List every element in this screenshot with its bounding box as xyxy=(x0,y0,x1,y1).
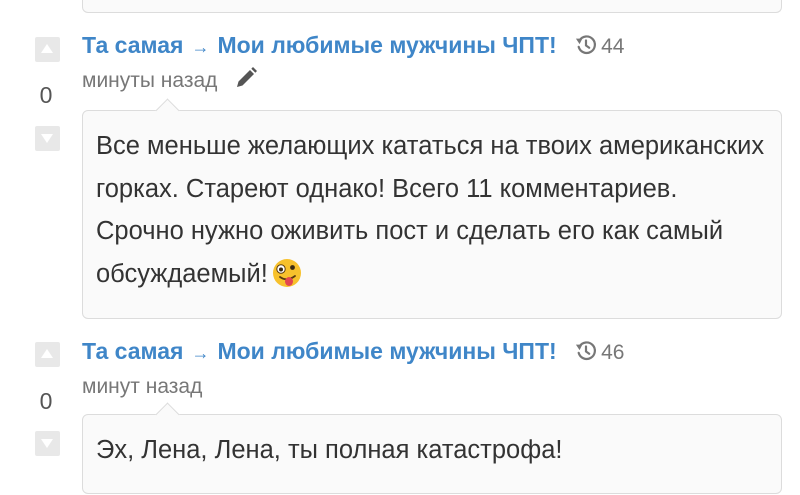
comment-header-line1: Та самая → Мои любимые мужчины ЧПТ! 44 xyxy=(82,30,782,64)
comment-time: 44 xyxy=(601,35,625,58)
history-clock-icon xyxy=(575,33,597,64)
comment-target-link[interactable]: Мои любимые мужчины ЧПТ! xyxy=(217,32,556,58)
comment-header-line2: минут назад xyxy=(82,370,782,402)
vote-up-icon[interactable] xyxy=(35,37,60,62)
comment-target-link[interactable]: Мои любимые мужчины ЧПТ! xyxy=(217,338,556,364)
reply-arrow: → xyxy=(191,37,210,57)
pencil-icon[interactable] xyxy=(234,66,258,98)
comment-text: Эх, Лена, Лена, ты полная катастрофа! xyxy=(96,436,563,464)
comment-header-line2: минуты назад xyxy=(82,64,782,98)
comment-score: 0 xyxy=(39,388,53,414)
comment-time-rest: минуты назад xyxy=(82,69,218,92)
reply-arrow: → xyxy=(191,343,210,363)
comment-body: Эх, Лена, Лена, ты полная катастрофа! xyxy=(82,414,782,494)
zany-face-emoji xyxy=(272,258,302,302)
comment-header: Та самая → Мои любимые мужчины ЧПТ! 44 мин… xyxy=(82,30,782,98)
comment-author-link[interactable]: Та самая xyxy=(82,32,183,58)
comment-body: Все меньше желающих кататься на твоих ам… xyxy=(82,110,782,319)
comment-header: Та самая → Мои любимые мужчины ЧПТ! 46 мин… xyxy=(82,336,782,402)
previous-comment-bubble xyxy=(82,0,782,13)
comment-time: 46 xyxy=(601,341,625,364)
comment-text: Все меньше желающих кататься на твоих ам… xyxy=(96,132,765,288)
comment-header-line1: Та самая → Мои любимые мужчины ЧПТ! 46 xyxy=(82,336,782,370)
vote-down-icon[interactable] xyxy=(35,126,60,151)
history-clock-icon xyxy=(575,339,597,370)
vote-up-icon[interactable] xyxy=(35,342,60,367)
vote-down-icon[interactable] xyxy=(35,431,60,456)
comment-author-link[interactable]: Та самая xyxy=(82,338,183,364)
comment-time-rest: минут назад xyxy=(82,375,203,398)
comment-score: 0 xyxy=(39,82,53,108)
comments-page: 0 Та самая → Мои любимые мужчины ЧПТ! 44 м… xyxy=(0,0,800,495)
